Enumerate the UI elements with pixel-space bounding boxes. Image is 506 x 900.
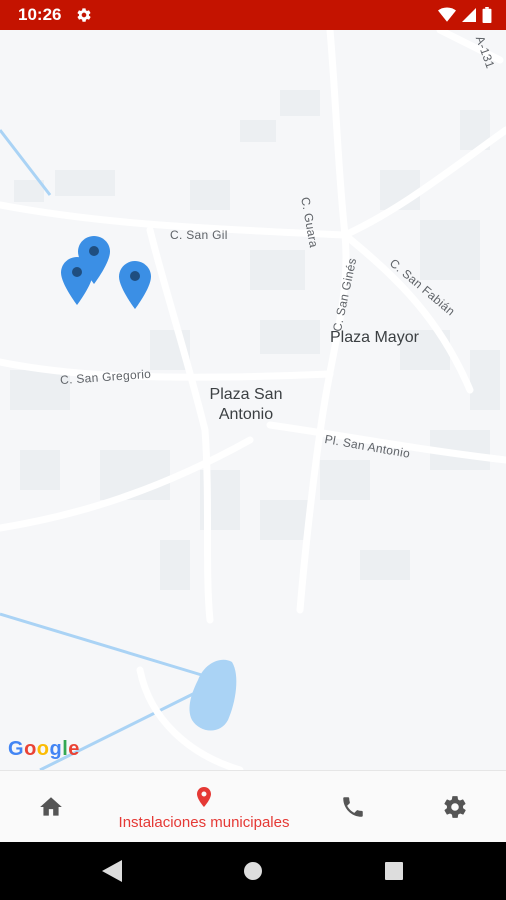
nav-item-phone[interactable] bbox=[322, 771, 384, 843]
home-icon bbox=[40, 797, 62, 816]
status-time: 10:26 bbox=[18, 5, 62, 24]
bottom-navigation: Instalaciones municipales bbox=[0, 770, 506, 843]
place-plaza-san-antonio: Plaza San Antonio bbox=[204, 385, 288, 425]
status-icons bbox=[438, 7, 492, 23]
map-marker[interactable] bbox=[61, 257, 93, 305]
signal-icon bbox=[462, 8, 476, 22]
home-button[interactable] bbox=[243, 860, 263, 882]
place-plaza-san-antonio-line2: Antonio bbox=[218, 406, 274, 423]
phone-icon bbox=[343, 797, 363, 817]
google-attribution-logo: Google bbox=[8, 738, 80, 760]
recents-button[interactable] bbox=[384, 860, 404, 882]
location-pin-icon bbox=[197, 787, 211, 807]
place-plaza-mayor: Plaza Mayor bbox=[330, 329, 419, 346]
battery-icon bbox=[482, 7, 492, 23]
map-view[interactable]: C. San Gil C. San Gregorio C. Guara C. S… bbox=[0, 30, 506, 770]
map-marker[interactable] bbox=[119, 261, 151, 309]
nav-item-home[interactable] bbox=[20, 771, 82, 843]
street-label-san-gil: C. San Gil bbox=[170, 228, 228, 242]
nav-item-instalaciones[interactable]: Instalaciones municipales bbox=[96, 771, 312, 843]
nav-item-settings[interactable] bbox=[424, 771, 486, 843]
nav-label-instalaciones: Instalaciones municipales bbox=[118, 814, 290, 831]
settings-icon bbox=[77, 8, 91, 22]
settings-icon bbox=[444, 796, 466, 818]
wifi-icon bbox=[438, 7, 456, 22]
status-bar: 10:26 bbox=[0, 0, 506, 30]
place-plaza-san-antonio-line1: Plaza San bbox=[209, 386, 283, 403]
back-button[interactable] bbox=[102, 860, 122, 882]
system-navigation-bar bbox=[0, 842, 506, 900]
